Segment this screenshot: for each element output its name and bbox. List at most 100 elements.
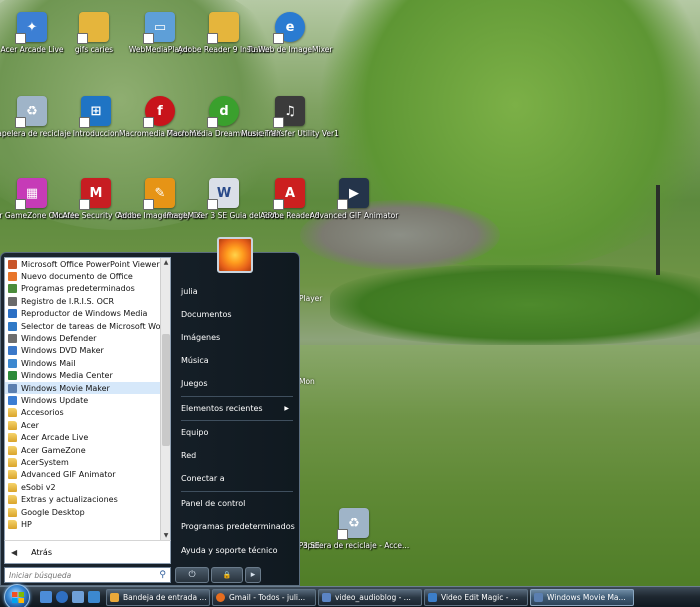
start-item-juegos[interactable]: Juegos (181, 377, 295, 391)
program-item[interactable]: Nuevo documento de Office (5, 270, 170, 282)
program-label: Google Desktop (21, 507, 85, 517)
start-item-imagenes[interactable]: Imágenes (181, 331, 295, 345)
folder-icon (77, 12, 109, 44)
desktop-icon-advanced-gif-animator[interactable]: ▶ Advanced GIF Animator (310, 178, 398, 220)
program-folder-item[interactable]: HP (5, 518, 170, 530)
folder-icon (207, 12, 239, 44)
desktop-icon-tu-web-imagemixer[interactable]: e Tu Web de ImageMixer (247, 12, 333, 54)
program-item[interactable]: Windows Movie Maker (5, 381, 170, 395)
start-menu: Microsoft Office PowerPoint Viewer 2003 N… (0, 237, 300, 586)
scroll-up-icon[interactable]: ▲ (161, 258, 170, 268)
start-item-panel-de-control[interactable]: Panel de control (181, 497, 295, 511)
back-button[interactable]: ◀ Atrás (4, 540, 171, 564)
program-icon (8, 321, 17, 331)
program-folder-item[interactable]: Google Desktop (5, 506, 170, 518)
power-icon[interactable]: ⏻ (175, 567, 209, 583)
windows-welcome-icon: ⊞ (79, 96, 111, 128)
taskbar-button-bandeja[interactable]: Bandeja de entrada ... (106, 589, 210, 606)
windows-logo-icon (12, 592, 24, 603)
taskbar-button-windows-movie-maker[interactable]: Windows Movie Ma... (530, 589, 634, 606)
program-folder-item[interactable]: Acer Arcade Live (5, 431, 170, 443)
desktop-icon-acer-arcade-live[interactable]: ✦ Acer Arcade Live (0, 12, 64, 54)
desktop-icon-gifs-caries[interactable]: gifs caries (62, 12, 126, 54)
switch-windows-icon[interactable] (72, 591, 84, 603)
recycle-bin-icon: ♻ (337, 508, 369, 540)
internet-explorer-icon: e (273, 12, 305, 44)
taskbar-button-gmail[interactable]: Gmail - Todos - juli... (212, 589, 316, 606)
program-item[interactable]: Selector de tareas de Microsoft Works (5, 320, 170, 332)
submenu-arrow-icon: ▶ (284, 405, 289, 412)
program-label: Nuevo documento de Office (21, 272, 133, 282)
program-folder-item[interactable]: Accesorios (5, 407, 170, 419)
program-icon (8, 309, 17, 319)
start-button[interactable] (4, 584, 30, 607)
folder-icon (8, 519, 17, 529)
start-item-conectar-a[interactable]: Conectar a (181, 472, 295, 486)
start-item-equipo[interactable]: Equipo (181, 426, 295, 440)
start-search-input[interactable] (9, 570, 149, 580)
program-folder-item[interactable]: Advanced GIF Animator (5, 469, 170, 481)
start-item-ayuda[interactable]: Ayuda y soporte técnico (181, 544, 295, 558)
program-label: Programas predeterminados (21, 284, 135, 294)
taskbar-button-video-audioblog[interactable]: video_audioblog - ... (318, 589, 422, 606)
lock-icon[interactable]: 🔒 (211, 567, 243, 583)
desktop-icon-imagemixer-guia[interactable]: W ImageMixer 3 SE Guia del SPA... (164, 178, 284, 220)
taskbar-button-video-edit-magic[interactable]: Video Edit Magic - ... (424, 589, 528, 606)
program-item[interactable]: Programas predeterminados (5, 283, 170, 295)
program-item[interactable]: Windows Mail (5, 357, 170, 369)
program-folder-item[interactable]: Extras y actualizaciones (5, 493, 170, 505)
program-icon (8, 272, 17, 282)
gif-animator-icon: ▶ (337, 178, 369, 210)
start-item-programas-predeterminados[interactable]: Programas predeterminados (181, 520, 295, 534)
shutdown-options-arrow-icon[interactable]: ▸ (245, 567, 261, 583)
document-icon (322, 593, 331, 602)
program-item[interactable]: Reproductor de Windows Media (5, 308, 170, 320)
program-items: Microsoft Office PowerPoint Viewer 2003 N… (5, 258, 170, 531)
program-item[interactable]: Windows DVD Maker (5, 345, 170, 357)
program-item[interactable]: Windows Media Center (5, 370, 170, 382)
show-desktop-icon[interactable] (40, 591, 52, 603)
program-icon (8, 395, 17, 405)
desktop-icon-music-transfer[interactable]: ♫ Music Transfer Utility Ver1 (241, 96, 339, 138)
start-item-red[interactable]: Red (181, 449, 295, 463)
mcafee-icon: M (79, 178, 111, 210)
program-folder-item[interactable]: AcerSystem (5, 456, 170, 468)
program-label: Acer Arcade Live (21, 433, 89, 443)
scroll-down-icon[interactable]: ▼ (161, 531, 170, 540)
desktop-icon-label: Advanced GIF Animator (309, 211, 399, 220)
program-label: Windows Update (21, 395, 89, 405)
desktop-icon-papelera[interactable]: ♻ Papelera de reciclaje (0, 96, 71, 138)
start-search-box[interactable]: ⚲ (4, 567, 171, 583)
program-folder-item[interactable]: Acer GameZone (5, 444, 170, 456)
program-item[interactable]: Microsoft Office PowerPoint Viewer 2003 (5, 258, 170, 270)
internet-explorer-quicklaunch-icon[interactable] (56, 591, 68, 603)
desktop-icon-papelera-acceso[interactable]: ♻ Papelera de reciclaje - Acce... (299, 508, 409, 550)
mail-quicklaunch-icon[interactable] (88, 591, 100, 603)
user-picture-flower[interactable] (217, 237, 253, 273)
program-label: Reproductor de Windows Media (21, 309, 148, 319)
program-item[interactable]: Registro de I.R.I.S. OCR (5, 295, 170, 307)
scrollbar-thumb[interactable] (162, 334, 170, 446)
all-programs-list: Microsoft Office PowerPoint Viewer 2003 N… (4, 257, 171, 540)
program-icon (8, 358, 17, 368)
back-label: Atrás (31, 547, 52, 557)
start-item-documentos[interactable]: Documentos (181, 308, 295, 322)
program-item[interactable]: Windows Defender (5, 332, 170, 344)
recycle-bin-icon: ♻ (15, 96, 47, 128)
start-item-user-folder[interactable]: julia (181, 285, 295, 299)
movie-maker-icon (534, 593, 543, 602)
recientes-label: Elementos recientes (181, 404, 263, 413)
program-list-scrollbar[interactable]: ▲ ▼ (160, 258, 170, 540)
firefox-icon (216, 593, 225, 602)
program-folder-item[interactable]: eSobi v2 (5, 481, 170, 493)
document-icon: W (207, 178, 239, 210)
program-folder-item[interactable]: Acer (5, 419, 170, 431)
search-icon[interactable]: ⚲ (159, 570, 166, 580)
program-icon (8, 259, 17, 269)
start-item-elementos-recientes[interactable]: Elementos recientes ▶ (181, 402, 295, 416)
video-edit-icon (428, 593, 437, 602)
start-item-musica[interactable]: Música (181, 354, 295, 368)
program-item[interactable]: Windows Update (5, 394, 170, 406)
task-label: Bandeja de entrada ... (123, 593, 207, 602)
program-label: Windows Mail (21, 358, 76, 368)
